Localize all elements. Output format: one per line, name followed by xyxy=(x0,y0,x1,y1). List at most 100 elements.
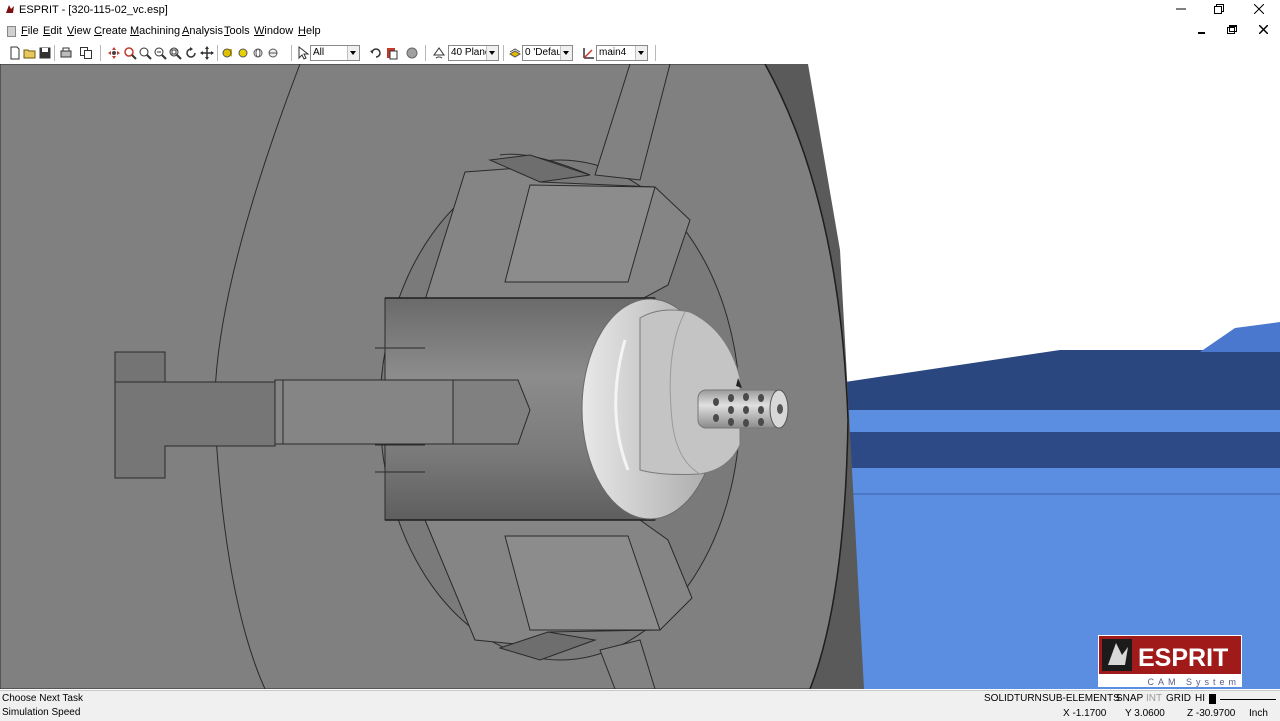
shade-solid-icon[interactable] xyxy=(221,46,235,60)
indicator-int[interactable]: INT xyxy=(1146,693,1162,704)
menu-create-rest: reate xyxy=(101,25,128,37)
layer-combo[interactable]: 0 'Default' xyxy=(522,45,573,61)
rotate-icon[interactable] xyxy=(184,46,198,60)
toolbar-separator xyxy=(503,45,504,61)
minimize-icon xyxy=(1198,32,1205,34)
document-icon[interactable] xyxy=(7,26,16,37)
toolbar-separator xyxy=(100,45,101,61)
logo-tagline: CAM System xyxy=(1147,677,1240,687)
copy-icon[interactable] xyxy=(79,46,93,60)
coord-z: Z -30.9700 xyxy=(1187,708,1236,719)
shade-icon[interactable] xyxy=(236,46,250,60)
machine-bed-band xyxy=(845,410,1280,432)
mdi-restore-button[interactable] xyxy=(1223,24,1241,38)
menu-view-rest: iew xyxy=(74,25,91,37)
menu-file[interactable]: File xyxy=(21,25,39,37)
esprit-app-icon xyxy=(4,3,16,15)
menu-edit-rest: dit xyxy=(50,25,62,37)
menu-window[interactable]: Window xyxy=(254,25,293,37)
draw-bar-tip xyxy=(452,379,531,445)
menu-window-rest: indow xyxy=(264,25,294,37)
zoom-all-icon[interactable] xyxy=(168,46,182,60)
paste-icon[interactable] xyxy=(385,46,399,60)
menu-file-mnemonic: F xyxy=(21,25,28,37)
workpiece-pin xyxy=(697,389,781,429)
indicator-solidturn[interactable]: SOLIDTURN xyxy=(984,693,1042,704)
indicator-snap[interactable]: SNAP xyxy=(1116,693,1143,704)
view-plane-combo[interactable]: 40 Plane xyxy=(448,45,499,61)
workplane-combo[interactable]: main4 xyxy=(596,45,648,61)
upper-jaw-face xyxy=(504,184,656,283)
mdi-close-button[interactable] xyxy=(1254,24,1272,38)
close-window-button[interactable] xyxy=(1240,0,1278,20)
simulation-speed-slider[interactable] xyxy=(1208,694,1278,704)
coord-x: X -1.1700 xyxy=(1063,708,1107,719)
status-prompt: Choose Next Task xyxy=(2,693,83,704)
menu-bar: File Edit View Create Machining Analysis… xyxy=(0,22,1280,41)
pin-center-hole xyxy=(777,404,783,414)
chevron-down-icon[interactable] xyxy=(560,46,572,60)
status-bar: Choose Next Task Simulation Speed SOLIDT… xyxy=(0,690,1280,721)
zoom-out-icon[interactable] xyxy=(153,46,167,60)
menu-help[interactable]: Help xyxy=(298,25,321,37)
hidden-line-icon[interactable] xyxy=(266,46,280,60)
toolbar-separator xyxy=(425,45,426,61)
layer-icon[interactable] xyxy=(508,46,522,60)
zoom-window-icon[interactable] xyxy=(123,46,137,60)
menu-analysis[interactable]: Analysis xyxy=(182,25,223,37)
menu-help-mnemonic: H xyxy=(298,25,306,37)
menu-help-rest: elp xyxy=(305,25,321,37)
move-icon[interactable] xyxy=(200,46,214,60)
menu-analysis-rest: nalysis xyxy=(189,25,223,37)
workplane-icon[interactable] xyxy=(582,46,596,60)
title-bar: ESPRIT - [320-115-02_vc.esp] xyxy=(0,0,1280,20)
print-icon[interactable] xyxy=(59,46,73,60)
main-toolbar: All 40 Plane 0 'Default' main4 xyxy=(0,42,1280,65)
mdi-minimize-button[interactable] xyxy=(1193,24,1211,38)
minimize-window-button[interactable] xyxy=(1162,0,1200,20)
chevron-down-icon[interactable] xyxy=(486,46,498,60)
menu-tools-rest: ools xyxy=(229,25,250,37)
view-plane-icon[interactable] xyxy=(432,46,446,60)
close-icon xyxy=(1253,3,1265,15)
pan-icon[interactable] xyxy=(107,46,121,60)
select-filter-combo[interactable]: All xyxy=(310,45,360,61)
coord-y: Y 3.0600 xyxy=(1125,708,1165,719)
toolbar-separator xyxy=(291,45,292,61)
indicator-hi[interactable]: HI xyxy=(1195,693,1205,704)
chevron-down-icon[interactable] xyxy=(635,46,647,60)
graphics-viewport[interactable] xyxy=(0,64,1280,689)
restore-icon xyxy=(1214,4,1224,14)
open-folder-icon[interactable] xyxy=(23,46,37,60)
menu-create[interactable]: Create xyxy=(94,25,127,37)
toolbar-separator xyxy=(655,45,656,61)
zoom-in-icon[interactable] xyxy=(138,46,152,60)
indicator-grid[interactable]: GRID xyxy=(1166,693,1191,704)
draw-bar-rod xyxy=(274,379,454,445)
slider-thumb[interactable] xyxy=(1209,694,1216,704)
chevron-down-icon[interactable] xyxy=(347,46,359,60)
menu-tools[interactable]: Tools xyxy=(224,25,250,37)
save-icon[interactable] xyxy=(38,46,52,60)
restore-window-button[interactable] xyxy=(1200,0,1238,20)
select-pointer-icon[interactable] xyxy=(296,46,310,60)
window-title: ESPRIT - [320-115-02_vc.esp] xyxy=(19,4,168,16)
toolbar-separator xyxy=(54,45,55,61)
menu-machining[interactable]: Machining xyxy=(130,25,180,37)
indicator-sub-elements[interactable]: SUB-ELEMENTS xyxy=(1042,693,1120,704)
close-icon xyxy=(1257,24,1269,35)
menu-edit[interactable]: Edit xyxy=(43,25,62,37)
status-secondary: Simulation Speed xyxy=(2,707,81,718)
draw-bar-head xyxy=(114,351,166,383)
restore-icon xyxy=(1227,25,1237,34)
wireframe-icon[interactable] xyxy=(251,46,265,60)
undo-icon[interactable] xyxy=(369,46,383,60)
menu-view[interactable]: View xyxy=(67,25,91,37)
menu-window-mnemonic: W xyxy=(254,25,265,37)
menu-machining-mnemonic: M xyxy=(130,25,140,37)
select-filter-value: All xyxy=(313,47,325,58)
new-file-icon[interactable] xyxy=(8,46,22,60)
esprit-logo: ESPRIT CAM System xyxy=(1098,635,1242,687)
stop-icon[interactable] xyxy=(405,46,419,60)
machining-simulation-scene[interactable] xyxy=(0,64,1280,689)
